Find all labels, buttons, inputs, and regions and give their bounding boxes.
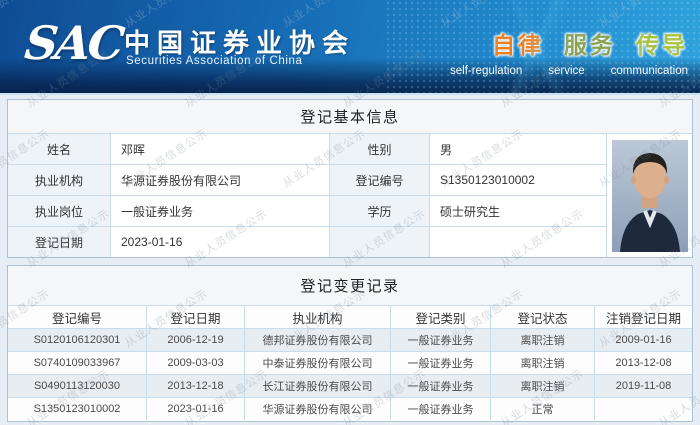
column-header-registration-no: 登记编号 (8, 305, 147, 328)
field-value-institution: 华源证券股份有限公司 (111, 164, 330, 195)
basic-info-title: 登记基本信息 (8, 100, 692, 133)
slogan-communication-cn: 传导 (636, 32, 688, 58)
record-cell: 2013-12-08 (595, 351, 692, 374)
record-cell: S0120106120301 (8, 328, 147, 351)
slogan-block: 自律 服务 传导 self-regulation service communi… (450, 26, 688, 77)
field-value-empty (430, 226, 607, 257)
field-value-registration-no: S1350123010002 (430, 164, 607, 195)
field-value-name: 邓晖 (111, 133, 330, 164)
basic-info-table: 姓名 邓晖 性别 男 执业机构 华源证券股份有限公司 登记编号 S1350123… (8, 133, 692, 257)
field-value-education: 硕士研究生 (430, 195, 607, 226)
field-value-position: 一般证券业务 (111, 195, 330, 226)
field-value-gender: 男 (430, 133, 607, 164)
record-cell: 正常 (491, 397, 595, 420)
record-cell: 离职注销 (491, 351, 595, 374)
record-cell: 中泰证券股份有限公司 (245, 351, 391, 374)
column-header-category: 登记类别 (391, 305, 491, 328)
slogan-service-en: service (548, 65, 585, 77)
record-cell: 离职注销 (491, 328, 595, 351)
field-label-position: 执业岗位 (8, 195, 111, 226)
slogan-self-regulation-cn: 自律 (492, 32, 544, 58)
sac-logo: SAC (22, 16, 125, 70)
record-cell: 德邦证券股份有限公司 (245, 328, 391, 351)
record-cell: 一般证券业务 (391, 328, 491, 351)
record-cell: 离职注销 (491, 374, 595, 397)
record-cell: 2006-12-19 (147, 328, 245, 351)
slogan-service-cn: 服务 (564, 32, 616, 58)
record-cell: 长江证券股份有限公司 (245, 374, 391, 397)
record-cell: 2019-11-08 (595, 374, 692, 397)
field-value-registration-date: 2023-01-16 (111, 226, 330, 257)
field-label-registration-date: 登记日期 (8, 226, 111, 257)
column-header-cancel-date: 注销登记日期 (595, 305, 692, 328)
record-cell: 一般证券业务 (391, 397, 491, 420)
record-cell: S0740109033967 (8, 351, 147, 374)
field-label-empty (330, 226, 430, 257)
record-cell: 一般证券业务 (391, 374, 491, 397)
change-records-table: 登记编号 登记日期 执业机构 登记类别 登记状态 注销登记日期 S0120106… (8, 305, 692, 420)
record-cell: 华源证券股份有限公司 (245, 397, 391, 420)
record-cell: 2023-01-16 (147, 397, 245, 420)
registrant-photo (607, 133, 692, 257)
column-header-registration-date: 登记日期 (147, 305, 245, 328)
record-cell (595, 397, 692, 420)
basic-info-panel: 登记基本信息 姓名 邓晖 性别 男 执业机构 华源证券股份有限公司 登记编号 S… (7, 99, 693, 258)
column-header-institution: 执业机构 (245, 305, 391, 328)
record-cell: S1350123010002 (8, 397, 147, 420)
site-title-english: Securities Association of China (126, 55, 303, 67)
field-label-gender: 性别 (330, 133, 430, 164)
record-cell: 一般证券业务 (391, 351, 491, 374)
field-label-education: 学历 (330, 195, 430, 226)
record-cell: S0490113120030 (8, 374, 147, 397)
site-header: SAC 中国证券业协会 Securities Association of Ch… (0, 0, 700, 95)
field-label-registration-no: 登记编号 (330, 164, 430, 195)
record-cell: 2009-01-16 (595, 328, 692, 351)
change-records-panel: 登记变更记录 登记编号 登记日期 执业机构 登记类别 登记状态 注销登记日期 S… (7, 265, 693, 422)
record-cell: 2013-12-18 (147, 374, 245, 397)
slogan-self-regulation-en: self-regulation (450, 65, 523, 77)
column-header-status: 登记状态 (491, 305, 595, 328)
field-label-institution: 执业机构 (8, 164, 111, 195)
field-label-name: 姓名 (8, 133, 111, 164)
slogan-communication-en: communication (610, 65, 688, 77)
change-records-title: 登记变更记录 (8, 266, 692, 305)
record-cell: 2009-03-03 (147, 351, 245, 374)
